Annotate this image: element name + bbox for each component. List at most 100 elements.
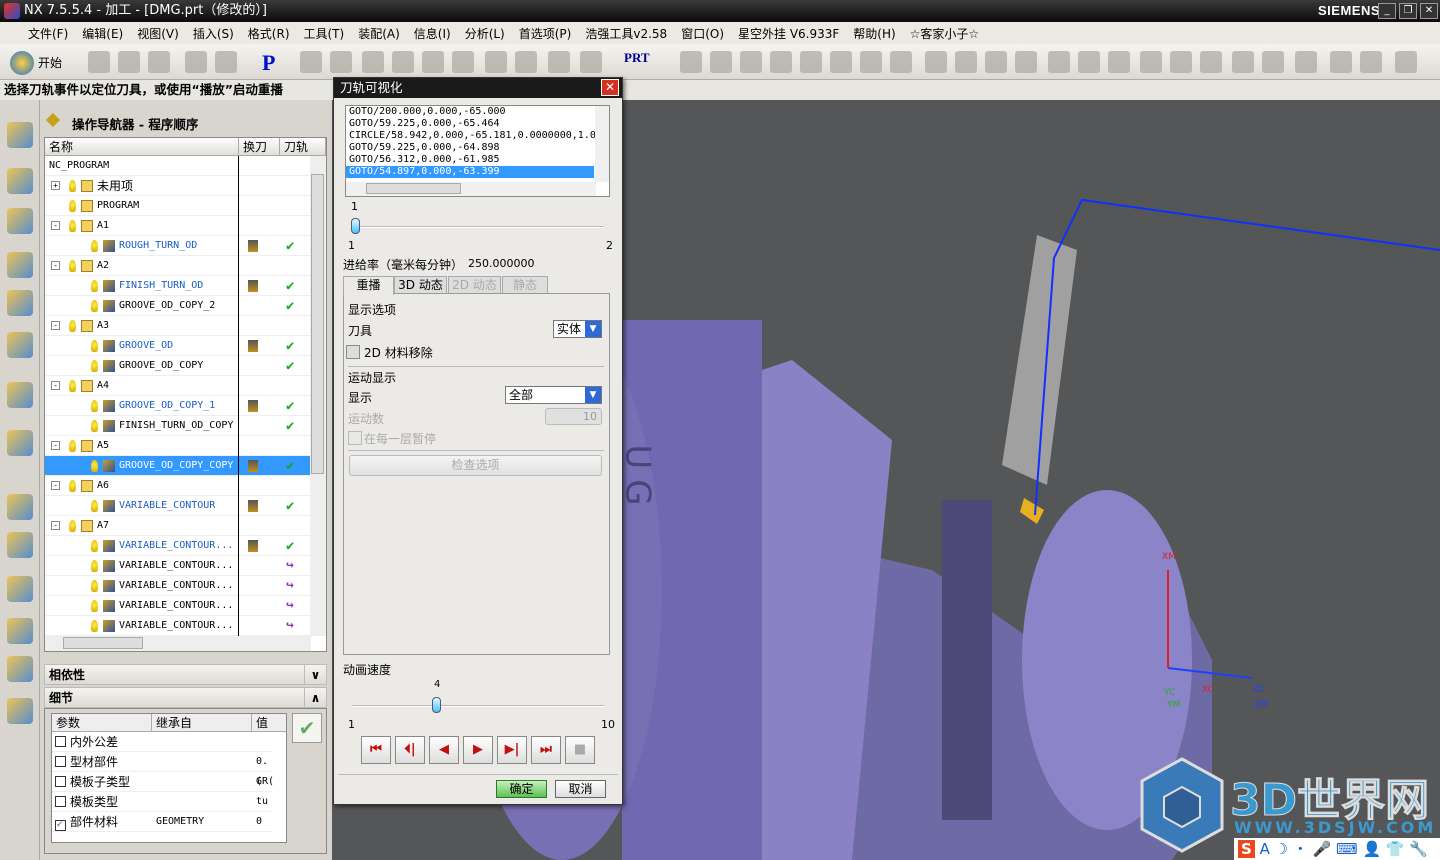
tree-row-folder[interactable]: - A1 (45, 216, 311, 236)
tab-2d-dynamic[interactable]: 2D 动态 (448, 276, 501, 294)
resource-bar-icon[interactable] (7, 430, 33, 456)
tree-row-op[interactable]: VARIABLE_CONTOUR... ✔ (45, 536, 311, 556)
chevron-up-icon[interactable]: ∧ (304, 688, 326, 707)
details-section[interactable]: 细节 ∧ (44, 687, 327, 708)
param-checkbox[interactable] (55, 796, 66, 807)
menu-item[interactable]: 分析(L) (465, 25, 505, 42)
column-tool-change[interactable]: 换刀 (239, 138, 280, 156)
resource-bar-icon[interactable] (7, 332, 33, 358)
tool-display-select[interactable]: 实体 ▼ (553, 320, 602, 338)
toolbar-icon[interactable] (1048, 51, 1070, 73)
tree-row-root[interactable]: NC_PROGRAM (45, 156, 311, 176)
resource-bar-icon[interactable] (7, 252, 33, 278)
resource-bar-icon[interactable] (7, 168, 33, 194)
toolbar-icon[interactable] (185, 51, 207, 73)
tree-vertical-scrollbar[interactable] (310, 156, 326, 636)
toolbar-icon[interactable] (1232, 51, 1254, 73)
cancel-button[interactable]: 取消 (555, 780, 606, 798)
toolbar-icon[interactable] (300, 51, 322, 73)
rewind-to-start-button[interactable]: ⏮ (361, 736, 391, 764)
tree-row-op[interactable]: VARIABLE_CONTOUR... ↪ (45, 556, 311, 576)
details-row[interactable]: 内外公差 (52, 732, 272, 752)
toolbar-icon[interactable] (770, 51, 792, 73)
expander-icon[interactable]: - (51, 321, 60, 330)
tree-row-op[interactable]: GROOVE_OD ✔ (45, 336, 311, 356)
toolbar-icon[interactable] (515, 51, 537, 73)
menu-item[interactable]: 格式(R) (248, 25, 290, 42)
tree-row-op[interactable]: GROOVE_OD_COPY_2 ✔ (45, 296, 311, 316)
tree-row-op[interactable]: GROOVE_OD_COPY_COPY ✔ (45, 456, 311, 476)
resource-bar-icon[interactable] (7, 576, 33, 602)
expander-icon[interactable]: - (51, 221, 60, 230)
details-row[interactable]: 型材部件 0.( (52, 752, 272, 787)
tree-row-folder[interactable]: + 未用项 (45, 176, 311, 196)
toolbar-icon[interactable] (925, 51, 947, 73)
menu-item[interactable]: 插入(S) (193, 25, 234, 42)
toolbar-icon[interactable] (148, 51, 170, 73)
nc-pnc-icon[interactable]: P (262, 50, 275, 76)
toolbar-icon[interactable] (985, 51, 1007, 73)
tree-row-op[interactable]: VARIABLE_CONTOUR... ↪ (45, 616, 311, 636)
toolbar-icon[interactable] (800, 51, 822, 73)
resource-bar-icon[interactable] (7, 290, 33, 316)
menu-item[interactable]: 窗口(O) (681, 25, 724, 42)
details-row[interactable]: 模板子类型 GR( (52, 772, 274, 792)
menu-item[interactable]: 工具(T) (304, 25, 345, 42)
toolbar-icon[interactable] (1330, 51, 1352, 73)
tree-row-folder[interactable]: - A6 (45, 476, 311, 496)
stop-button[interactable]: ■ (565, 736, 595, 764)
toolpath-event-line[interactable]: CIRCLE/58.942,0.000,-65.181,0.0000000,1.… (346, 130, 609, 142)
expander-icon[interactable]: - (51, 381, 60, 390)
navigator-pin-icon[interactable] (45, 112, 61, 128)
motion-count-input[interactable]: 10 (545, 408, 602, 425)
toolbar-icon[interactable] (955, 51, 977, 73)
expander-icon[interactable]: - (51, 261, 60, 270)
tree-row-folder[interactable]: PROGRAM (45, 196, 311, 216)
toolpath-event-line[interactable]: GOTO/59.225,0.000,-64.898 (346, 142, 609, 154)
toolpath-event-line[interactable]: GOTO/56.312,0.000,-61.985 (346, 154, 609, 166)
tree-row-folder[interactable]: - A2 (45, 256, 311, 276)
toolbar-icon[interactable] (1015, 51, 1037, 73)
list-horizontal-scrollbar[interactable] (346, 182, 596, 196)
tree-row-op[interactable]: GROOVE_OD_COPY ✔ (45, 356, 311, 376)
menu-item[interactable]: ☆客家小子☆ (910, 25, 980, 42)
resource-bar-icon[interactable] (7, 618, 33, 644)
accept-check-button[interactable]: ✔ (292, 713, 322, 743)
toolpath-slider-thumb[interactable] (351, 218, 360, 234)
toolbar-icon[interactable] (680, 51, 702, 73)
ok-button[interactable]: 确定 (496, 780, 547, 798)
toolbar-icon[interactable] (860, 51, 882, 73)
param-checkbox[interactable] (55, 776, 66, 787)
start-menu-button[interactable]: 开始 (38, 54, 62, 71)
toolbar-icon[interactable] (1200, 51, 1222, 73)
ime-toolbar[interactable]: S A ☽ ・ 🎤 ⌨ 👤 👕 🔧 (1234, 838, 1440, 860)
column-name[interactable]: 名称 (45, 138, 239, 156)
tree-row-folder[interactable]: - A5 (45, 436, 311, 456)
toolbar-icon[interactable] (1108, 51, 1130, 73)
toolpath-event-line[interactable]: GOTO/59.225,0.000,-65.464 (346, 118, 609, 130)
toolbar-icon[interactable] (1395, 51, 1417, 73)
param-checkbox[interactable] (55, 736, 66, 747)
param-checkbox[interactable] (55, 756, 66, 767)
menu-item[interactable]: 首选项(P) (519, 25, 572, 42)
toolpath-event-line[interactable]: GOTO/200.000,0.000,-65.000 (346, 106, 609, 118)
tab-static[interactable]: 静态 (502, 276, 548, 294)
dependencies-section[interactable]: 相依性 ∨ (44, 664, 327, 685)
resource-bar-icon[interactable] (7, 122, 33, 148)
toolpath-listbox[interactable]: GOTO/200.000,0.000,-65.000 GOTO/59.225,0.… (345, 105, 610, 197)
toolbar-icon[interactable] (830, 51, 852, 73)
prt-button[interactable]: PRT (624, 50, 650, 66)
tree-horizontal-scrollbar[interactable] (45, 636, 311, 651)
column-value[interactable]: 值 (252, 714, 286, 732)
details-row[interactable]: 模板类型 tu (52, 792, 272, 812)
toolbar-icon[interactable] (580, 51, 602, 73)
toolbar-icon[interactable] (548, 51, 570, 73)
expander-icon[interactable]: - (51, 481, 60, 490)
details-row[interactable]: ✔ 部件材料 GEOMETRY 0 (52, 812, 272, 832)
tree-row-folder[interactable]: - A3 (45, 316, 311, 336)
toolbar-icon[interactable] (740, 51, 762, 73)
toolbar-icon[interactable] (422, 51, 444, 73)
expander-icon[interactable]: - (51, 441, 60, 450)
toolbar-icon[interactable] (1360, 51, 1382, 73)
toolbar-icon[interactable] (1170, 51, 1192, 73)
